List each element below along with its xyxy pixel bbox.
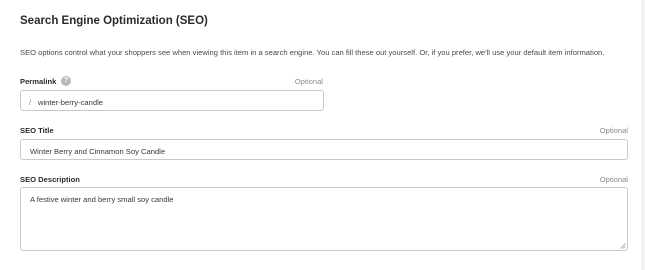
seo-description-label: SEO Description	[20, 175, 80, 184]
seo-card: Search Engine Optimization (SEO) SEO opt…	[0, 0, 641, 270]
resize-handle-icon[interactable]	[620, 243, 626, 249]
permalink-label: Permalink	[20, 77, 57, 86]
seo-title-input[interactable]: Winter Berry and Cinnamon Soy Candle	[20, 139, 628, 160]
permalink-optional: Optional	[294, 77, 323, 86]
seo-title-label: SEO Title	[20, 126, 54, 135]
permalink-value: winter-berry-candle	[38, 98, 103, 107]
permalink-prefix: /	[29, 98, 32, 107]
seo-title-optional: Optional	[599, 126, 628, 135]
permalink-input[interactable]: / winter-berry-candle	[20, 90, 324, 111]
seo-title-value: Winter Berry and Cinnamon Soy Candle	[30, 147, 166, 156]
question-circle-icon[interactable]: ?	[61, 76, 71, 86]
seo-description-textarea[interactable]: A festive winter and berry small soy can…	[20, 187, 628, 251]
section-description: SEO options control what your shoppers s…	[20, 48, 605, 57]
seo-description-optional: Optional	[599, 175, 628, 184]
section-title: Search Engine Optimization (SEO)	[20, 15, 208, 27]
seo-description-value: A festive winter and berry small soy can…	[30, 195, 174, 204]
